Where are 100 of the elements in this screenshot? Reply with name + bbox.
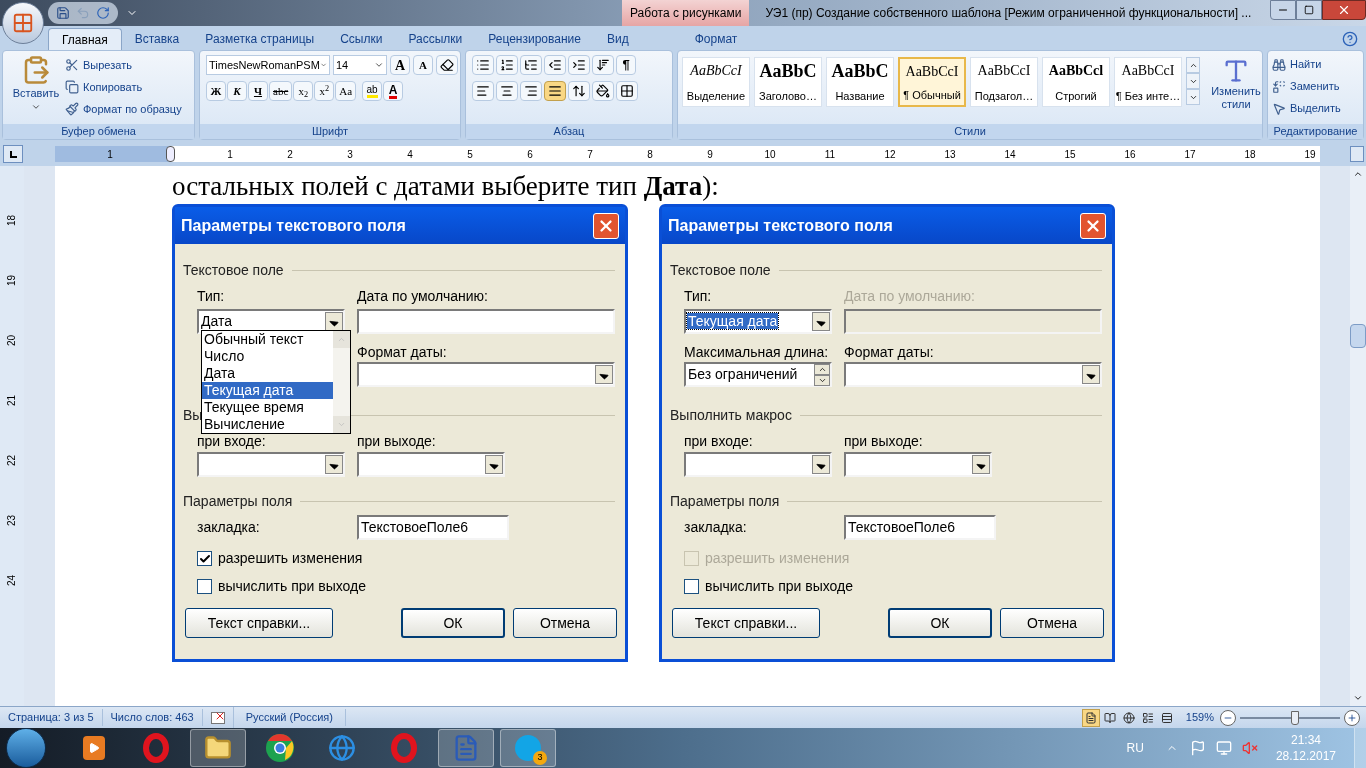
dropdown-option[interactable]: Число — [202, 348, 333, 365]
highlight-button[interactable]: ab — [362, 81, 383, 101]
ribbon-tab[interactable]: Формат — [681, 28, 751, 50]
style-card[interactable]: AaBbCcI Выделение — [682, 57, 750, 107]
minimize-button[interactable] — [1270, 0, 1296, 20]
help-text-button[interactable]: Текст справки... — [672, 608, 820, 638]
macro-dropdown[interactable] — [357, 452, 505, 477]
dropdown-option[interactable]: Текущее время — [202, 399, 333, 416]
change-styles-button[interactable]: Изменить стили — [1204, 57, 1268, 124]
format-button[interactable]: x$^{2}$ — [314, 81, 335, 101]
help-icon[interactable] — [1342, 31, 1358, 47]
increase-indent-button[interactable] — [568, 55, 590, 75]
macro-dropdown[interactable] — [844, 452, 992, 477]
scrollbar[interactable] — [333, 331, 350, 433]
style-card[interactable]: AaBbCcI ¶ Без инте… — [1114, 57, 1182, 107]
clipboard-command[interactable]: Копировать — [65, 77, 182, 97]
ribbon-tab[interactable]: Рассылки — [395, 28, 476, 50]
ribbon-tab[interactable]: Главная — [48, 28, 122, 50]
macro-dropdown[interactable] — [684, 452, 832, 477]
line-spacing-button[interactable] — [568, 81, 590, 101]
format-button[interactable]: Ж — [206, 81, 226, 101]
dropdown-option[interactable]: Обычный текст — [202, 331, 333, 348]
scrollbar-thumb[interactable] — [1350, 324, 1366, 348]
font-color-button[interactable]: A — [383, 81, 404, 101]
format-button[interactable]: Ч — [248, 81, 268, 101]
format-button[interactable]: К — [227, 81, 247, 101]
shading-button[interactable] — [592, 81, 614, 101]
date-format-dropdown[interactable] — [844, 362, 1102, 387]
date-format-dropdown[interactable] — [357, 362, 615, 387]
maximize-button[interactable] — [1296, 0, 1322, 20]
view-button[interactable] — [1081, 708, 1100, 727]
type-dropdown[interactable]: Текущая дата — [684, 309, 832, 334]
cancel-button[interactable]: Отмена — [1000, 608, 1104, 638]
decrease-indent-button[interactable] — [544, 55, 566, 75]
dropdown-option[interactable]: Текущая дата — [202, 382, 333, 399]
style-card[interactable]: AaBbCcI Подзагол… — [970, 57, 1038, 107]
checkbox[interactable] — [197, 579, 212, 594]
shrink-font-button[interactable]: A — [413, 55, 433, 75]
checkbox[interactable] — [684, 579, 699, 594]
numbering-button[interactable] — [496, 55, 518, 75]
editing-command[interactable]: Найти — [1272, 55, 1341, 74]
sort-button[interactable] — [592, 55, 614, 75]
help-text-button[interactable]: Текст справки... — [185, 608, 333, 638]
macro-dropdown[interactable] — [197, 452, 345, 477]
editing-command[interactable]: Заменить — [1272, 77, 1341, 96]
font-size-field[interactable]: 14 — [333, 55, 387, 75]
multilevel-list-button[interactable] — [520, 55, 542, 75]
scrollbar[interactable] — [1350, 166, 1366, 706]
start-button[interactable] — [6, 728, 46, 768]
ribbon-tab[interactable]: Вставка — [121, 28, 193, 50]
zoom-level[interactable]: 159% — [1179, 709, 1220, 726]
ok-button[interactable]: ОК — [888, 608, 992, 638]
max-length-field[interactable]: Без ограничений — [684, 362, 832, 387]
zoom-out-button[interactable] — [1220, 709, 1236, 726]
editing-command[interactable]: Выделить — [1272, 99, 1341, 118]
style-card[interactable]: AaBbCcl Строгий — [1042, 57, 1110, 107]
redo-icon[interactable] — [96, 6, 110, 20]
borders-button[interactable] — [616, 81, 638, 101]
spellcheck-icon[interactable] — [210, 711, 225, 724]
style-card[interactable]: AaBbC Заголово… — [754, 57, 822, 107]
clear-format-button[interactable] — [436, 55, 458, 75]
align-button[interactable] — [496, 81, 518, 101]
ok-button[interactable]: ОК — [401, 608, 505, 638]
align-button[interactable] — [520, 81, 542, 101]
dropdown-option[interactable]: Вычисление — [202, 416, 333, 433]
ribbon-tab[interactable]: Ссылки — [327, 28, 396, 50]
ribbon-tab[interactable]: Разметка страницы — [192, 28, 328, 50]
grow-font-button[interactable]: A — [390, 55, 410, 75]
dropdown-option[interactable]: Дата — [202, 365, 333, 382]
view-ruler-button[interactable] — [1350, 146, 1364, 162]
default-date-field[interactable] — [357, 309, 615, 334]
clipboard-command[interactable]: Формат по образцу — [65, 99, 182, 119]
bullets-button[interactable] — [472, 55, 494, 75]
zoom-in-button[interactable] — [1344, 709, 1360, 726]
align-button[interactable] — [544, 81, 566, 101]
status-item[interactable]: Страница: 3 из 5 — [0, 709, 103, 726]
format-button[interactable]: abc — [269, 81, 293, 101]
ribbon-tab[interactable]: Вид — [593, 28, 642, 50]
ribbon-tab[interactable]: Рецензирование — [475, 28, 594, 50]
format-button[interactable]: x$_{2}$ — [293, 81, 314, 101]
clipboard-command[interactable]: Вырезать — [65, 55, 182, 75]
show-marks-button[interactable]: ¶ — [616, 55, 636, 75]
align-button[interactable] — [472, 81, 494, 101]
indent-marker[interactable] — [165, 146, 175, 162]
tab-selector-button[interactable] — [3, 145, 23, 163]
zoom-slider-thumb[interactable] — [1291, 710, 1299, 725]
style-card[interactable]: AaBbCcI ¶ Обычный — [898, 57, 966, 107]
taskbar-button[interactable]: 3 — [500, 729, 556, 767]
font-name-field[interactable]: TimesNewRomanPSM — [206, 55, 330, 75]
bookmark-field[interactable]: ТекстовоеПоле6 — [844, 515, 996, 540]
status-item[interactable]: Русский (Россия) — [233, 709, 346, 726]
close-button[interactable] — [1322, 0, 1366, 20]
style-card[interactable]: AaBbC Название — [826, 57, 894, 107]
checkbox[interactable] — [197, 551, 212, 566]
paste-button[interactable]: Вставить — [7, 55, 65, 124]
cancel-button[interactable]: Отмена — [513, 608, 617, 638]
bookmark-field[interactable]: ТекстовоеПоле6 — [357, 515, 509, 540]
save-icon[interactable] — [56, 6, 70, 20]
status-item[interactable]: Число слов: 463 — [102, 709, 203, 726]
format-button[interactable]: Aa — [335, 81, 357, 101]
